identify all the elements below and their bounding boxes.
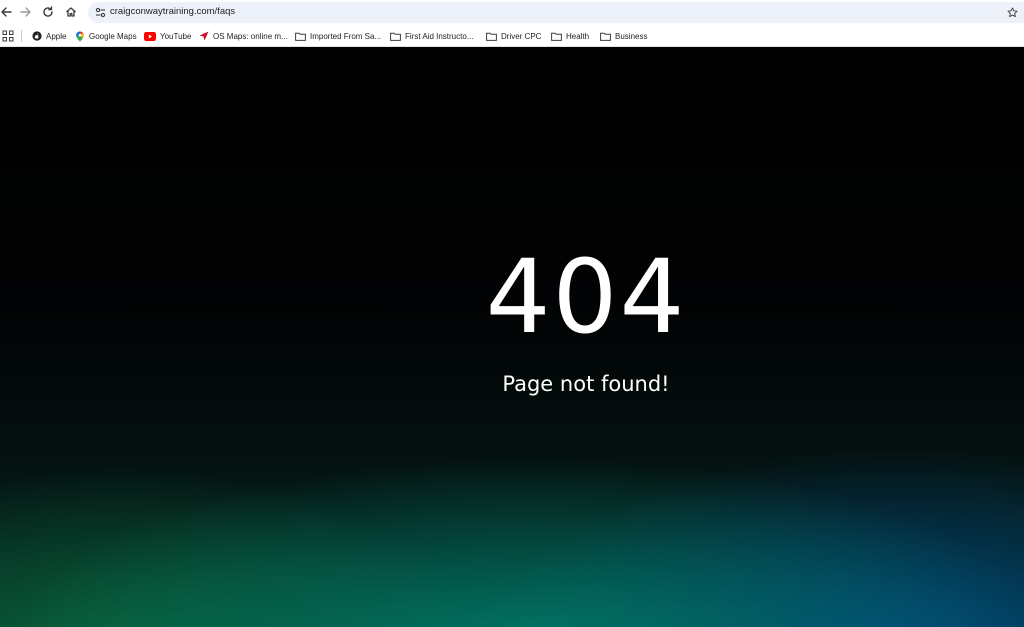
apps-button[interactable] (2, 29, 14, 42)
tune-icon (95, 7, 105, 17)
google-maps-icon (74, 31, 85, 42)
reload-icon (43, 6, 53, 17)
bookmark-label: Google Maps (89, 31, 137, 41)
star-icon (1006, 6, 1018, 17)
site-info-button[interactable] (92, 4, 108, 20)
bookmark-youtube[interactable]: YouTube (144, 28, 191, 44)
url-text[interactable]: craigconwaytraining.com/faqs (110, 5, 235, 19)
reload-button[interactable] (39, 3, 57, 21)
forward-arrow-icon (20, 7, 31, 17)
back-button[interactable] (0, 3, 15, 21)
bookmark-google-maps[interactable]: Google Maps (74, 28, 137, 44)
address-bar[interactable]: craigconwaytraining.com/faqs (88, 2, 1024, 23)
bookmark-folder-driver-cpc[interactable]: Driver CPC (486, 28, 541, 44)
apps-grid-icon (2, 30, 14, 42)
folder-icon (390, 31, 401, 42)
bookmarks-separator (21, 30, 22, 42)
bookmark-folder-business[interactable]: Business (600, 28, 647, 44)
bookmark-folder-first-aid[interactable]: First Aid Instructo... (390, 28, 473, 44)
folder-icon (295, 31, 306, 42)
bookmark-os-maps[interactable]: OS Maps: online m... (198, 28, 288, 44)
bookmark-star-button[interactable] (1004, 4, 1020, 20)
page-content: 404 Page not found! (0, 47, 1024, 627)
home-button[interactable] (62, 3, 80, 21)
browser-window: craigconwaytraining.com/faqs Apple Googl… (0, 0, 1024, 627)
bookmark-label: YouTube (160, 31, 192, 41)
bookmark-label: Driver CPC (501, 31, 542, 41)
os-maps-icon (198, 31, 209, 42)
folder-icon (486, 31, 497, 42)
bookmark-label: Health (566, 31, 590, 41)
youtube-icon (144, 31, 156, 42)
browser-toolbar: craigconwaytraining.com/faqs (0, 0, 1024, 25)
forward-button[interactable] (17, 3, 35, 21)
error-code: 404 (485, 238, 687, 357)
error-message: Page not found! (502, 372, 670, 396)
back-arrow-icon (1, 7, 12, 17)
folder-icon (600, 31, 611, 42)
bookmark-label: Business (615, 31, 648, 41)
bookmarks-bar: Apple Google Maps YouTube OS Maps: onlin… (0, 25, 1024, 47)
home-icon (66, 7, 76, 17)
bookmark-label: Apple (46, 31, 67, 41)
folder-icon (551, 31, 562, 42)
bookmark-folder-health[interactable]: Health (551, 28, 589, 44)
bookmark-label: OS Maps: online m... (213, 31, 288, 41)
bookmark-apple[interactable]: Apple (31, 28, 66, 44)
bookmark-label: First Aid Instructo... (405, 31, 474, 41)
bookmark-label: Imported From Sa... (310, 31, 382, 41)
apple-icon (31, 31, 42, 42)
bookmark-folder-imported[interactable]: Imported From Sa... (295, 28, 381, 44)
